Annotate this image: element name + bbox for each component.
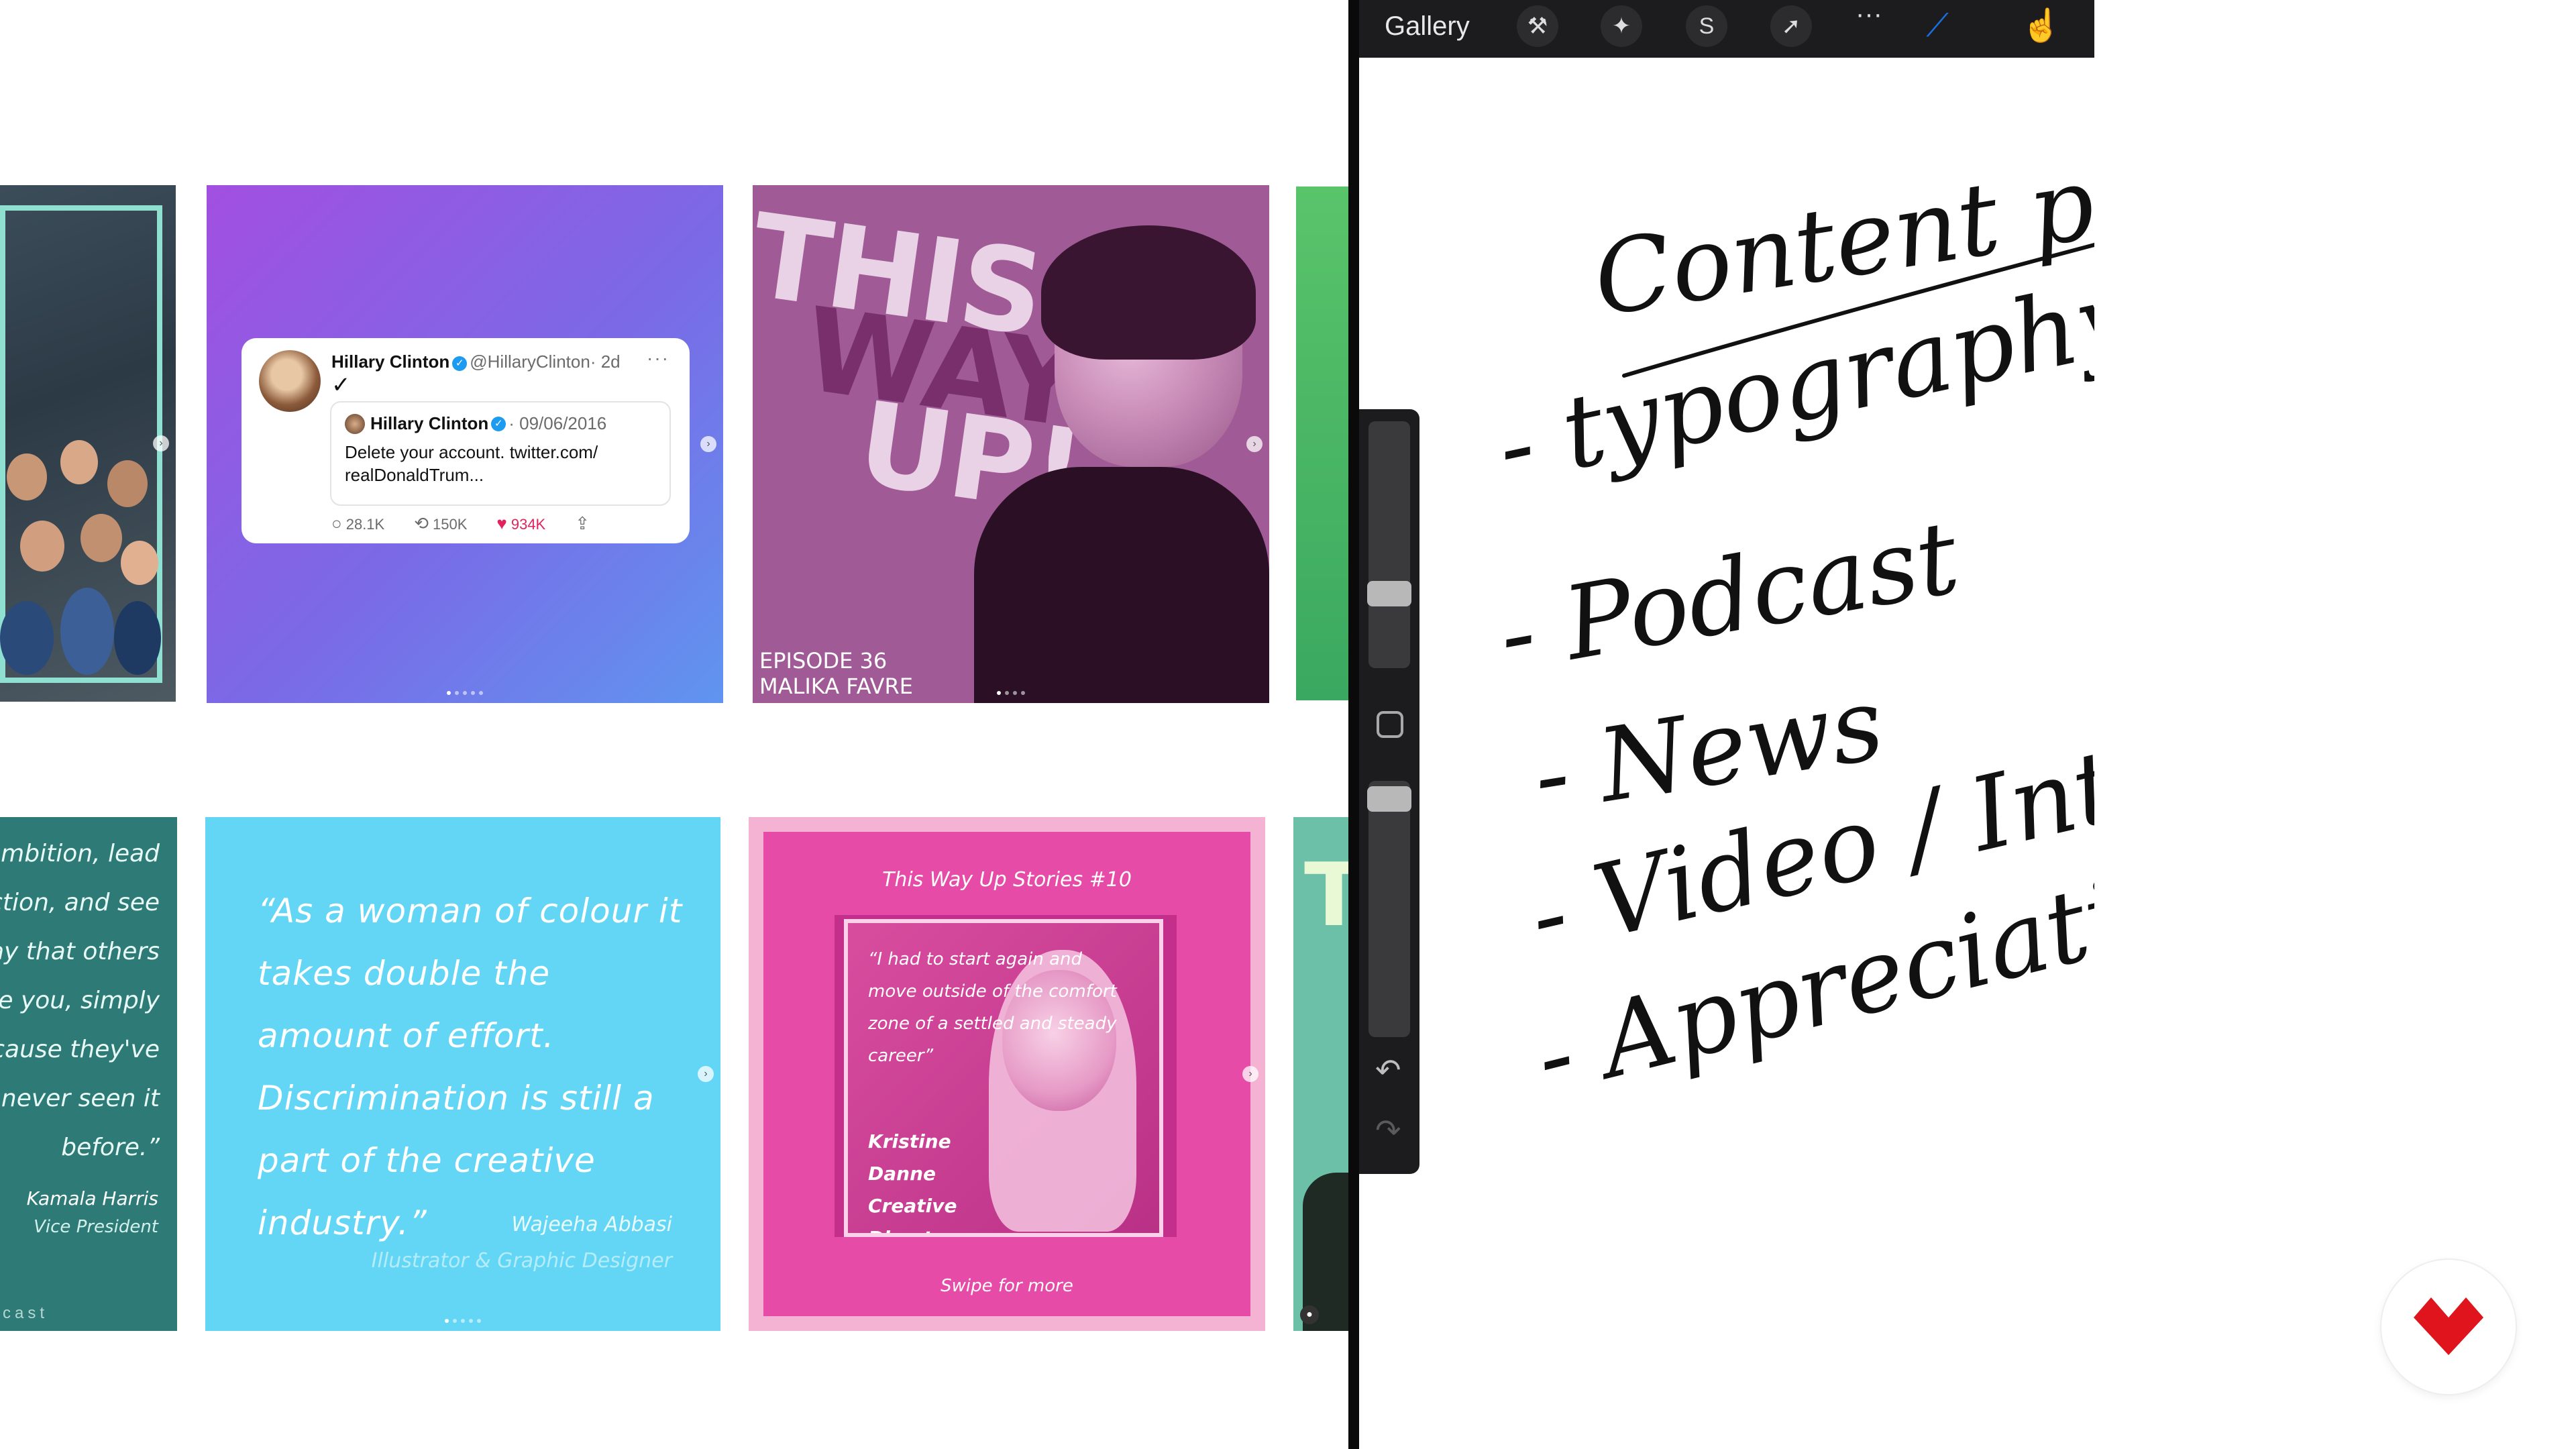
like-count: ♥ 934K [496,513,545,534]
title-letter: T [1304,844,1350,946]
tweet-actions: ○ 28.1K ⟲ 150K ♥ 934K ⇪ [331,513,594,534]
chevron-right-icon[interactable]: › [1242,1066,1258,1082]
brush-icon[interactable]: ⟋ [1914,3,1961,50]
quote-text: “As a woman of colour it takes double th… [258,892,683,1242]
smudge-icon[interactable]: ☝ [2018,3,2065,50]
quote-text: “I had to start again and move outside o… [868,949,1117,1066]
crowd-image [0,440,161,682]
verified-badge-icon: ✓ [491,416,506,431]
post-green-partial[interactable] [1296,186,1350,700]
gallery-button[interactable]: Gallery [1385,0,1470,52]
footer-text: cast [3,1304,49,1322]
like-count-value: 934K [511,516,546,533]
quoted-avatar [345,413,365,434]
swipe-hint: Swipe for more [941,1276,1073,1296]
tweet-card: Hillary Clinton ✓ @HillaryClinton· 2d ··· … [241,338,690,543]
instagram-grid: › Hillary Clinton ✓ @HillaryClinton· 2d ··… [0,0,1350,1449]
chevron-right-icon[interactable]: › [153,435,169,451]
post-podcast-episode[interactable]: THIS WAY UP! EPISODE 36 MALIKA FAVRE › [753,185,1269,703]
post-crowd-photo[interactable]: › [0,185,176,702]
reply-count-value: 28.1K [345,516,385,533]
note-item-podcast: - Podcast [1491,499,1968,694]
drawing-canvas[interactable]: Content pillars - typography / Q - Podca… [1359,0,2094,1449]
carousel-dots [447,691,483,695]
quoted-date: · 09/06/2016 [508,413,607,433]
procreate-app: Content pillars - typography / Q - Podca… [1359,0,2576,1449]
heart-icon: ♥ [496,513,507,533]
post-tweet-quote[interactable]: Hillary Clinton ✓ @HillaryClinton· 2d ··· … [207,185,723,703]
procreate-sidebar: ↶ ↷ [1359,409,1419,1174]
undo-icon[interactable]: ↶ [1375,1052,1401,1088]
retweet-icon: ⟲ [414,513,429,533]
magic-wand-icon[interactable]: ✦ [1601,5,1642,47]
quote-text: ambition, lead iction, and see vay that … [0,840,160,1161]
episode-number: EPISODE 36 [759,648,888,674]
redo-icon[interactable]: ↷ [1375,1112,1401,1148]
chevron-right-icon[interactable]: › [700,436,716,452]
procreate-toolbar: Gallery ⚒ ✦ S ➚ ··· ⟋ ☝ [1359,0,2094,58]
modify-button[interactable] [1377,711,1403,738]
story-card: This Way Up Stories #10 “I had to start … [763,832,1250,1316]
split-view-divider[interactable] [1348,0,1359,1449]
selection-s-icon[interactable]: S [1686,5,1727,47]
post-kamala-quote[interactable]: ambition, lead iction, and see vay that … [0,817,177,1331]
logo-mark-icon [2414,1297,2483,1355]
chevron-right-icon[interactable]: › [1246,436,1263,452]
quote-author-role: Illustrator & Graphic Designer [371,1249,672,1273]
portrait-photo: “I had to start again and move outside o… [844,919,1163,1237]
quote-author: Wajeeha Abbasi [511,1213,672,1236]
avatar [259,350,321,412]
carousel-dots [997,691,1025,695]
brush-size-slider[interactable] [1368,421,1410,668]
retweet-count-value: 150K [433,516,468,533]
quoted-text: Delete your account. twitter.com/ realDo… [345,442,598,485]
opacity-slider[interactable] [1368,781,1410,1037]
post-wajeeha-quote[interactable]: “As a woman of colour it takes double th… [205,817,720,1331]
wrench-icon[interactable]: ⚒ [1517,5,1558,47]
brush-size-thumb[interactable] [1367,581,1411,606]
channel-logo [2381,1260,2516,1394]
tweet-handle: @HillaryClinton [470,352,590,372]
quote-author-role: Vice President [34,1217,158,1237]
user-tag-icon[interactable]: ● [1300,1305,1319,1324]
handwritten-notes: Content pillars - typography / Q - Podca… [1487,105,2094,1117]
opacity-thumb[interactable] [1367,786,1411,812]
arrow-cursor-icon[interactable]: ➚ [1770,5,1812,47]
share-icon: ⇪ [575,513,590,533]
more-options-icon[interactable]: ··· [1845,0,1892,38]
retweet-count: ⟲ 150K [414,513,467,534]
tweet-header: Hillary Clinton ✓ @HillaryClinton· 2d [331,352,621,372]
guest-name: MALIKA FAVRE [759,674,913,699]
quoted-tweet-header: Hillary Clinton ✓ · 09/06/2016 [345,413,656,434]
guest-portrait [967,212,1269,703]
post-kristine-story[interactable]: This Way Up Stories #10 “I had to start … [749,817,1265,1331]
reply-count: ○ 28.1K [331,513,384,534]
episode-caption: EPISODE 36 MALIKA FAVRE [759,648,913,699]
more-options-icon: ··· [647,347,669,368]
post-teal-partial[interactable]: T [1293,817,1350,1331]
verified-badge-icon: ✓ [452,356,468,371]
check-mark: ✓ [331,372,351,398]
story-title: This Way Up Stories #10 [882,868,1132,892]
chevron-right-icon[interactable]: › [698,1066,714,1082]
quote-author: Kamala Harris [26,1187,158,1210]
carousel-dots [445,1319,481,1323]
quoted-tweet: Hillary Clinton ✓ · 09/06/2016 Delete your… [330,401,671,506]
tweet-author: Hillary Clinton [331,352,450,372]
quote-author: Kristine Danne Creative Director [868,1130,957,1233]
quoted-author: Hillary Clinton [370,413,489,433]
tweet-age: · 2d [590,352,621,372]
reply-icon: ○ [331,513,342,533]
